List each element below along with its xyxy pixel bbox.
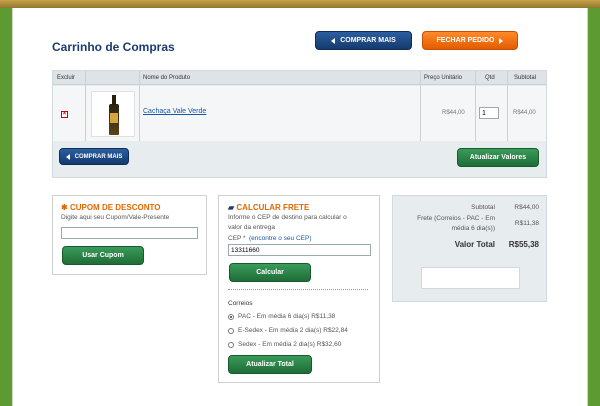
top-band [0,0,600,8]
col-qty: Qtd [485,75,495,81]
carrier-label: Correios [228,300,253,307]
col-divider [475,71,476,141]
calculate-button[interactable]: Calcular [229,263,311,282]
shipping-option-pac-radio[interactable] [228,314,234,320]
shipping-title-text: CALCULAR FRETE [236,203,310,212]
shipping-hint-line2: valor da entrega [228,224,275,231]
checkout-label: FECHAR PEDIDO [436,37,495,44]
delete-item-icon[interactable]: × [61,111,68,118]
truck-icon: ▰ [228,203,235,212]
buy-more-bottom-label: COMPRAR MAIS [74,153,123,160]
total-label: Valor Total [454,240,495,249]
coupon-box: ✱ CUPOM DE DESCONTO Digite aqui seu Cupo… [52,195,207,275]
buy-more-top-button[interactable]: COMPRAR MAIS [315,31,412,50]
coupon-hint: Digite aqui seu Cupom/Vale-Presente [61,214,170,221]
shipping-option-esedex-radio[interactable] [228,328,234,334]
total-value: R$55,38 [508,240,539,249]
col-divider [420,71,421,141]
arrow-left-icon [331,37,336,44]
buy-more-top-label: COMPRAR MAIS [340,37,396,44]
product-name-link[interactable]: Cachaça Vale Verde [143,108,206,115]
buy-more-bottom-button[interactable]: COMPRAR MAIS [59,148,129,165]
page-title: Carrinho de Compras [52,40,175,54]
shipping-title: ▰ CALCULAR FRETE [228,203,309,212]
shipping-option-sedex-radio[interactable] [228,342,234,348]
freight-value: R$11,38 [514,220,539,227]
arrow-left-icon [65,153,70,160]
col-divider [85,71,86,141]
subtotal-label: Subtotal [471,204,495,211]
shipping-hint-line1: Informe o CEP de destino para calcular o [228,214,347,221]
checkout-button[interactable]: FECHAR PEDIDO [422,31,518,50]
use-coupon-button[interactable]: Usar Cupom [62,246,144,265]
col-divider [507,71,508,141]
shipping-option-sedex: Sedex - Em média 2 dia(s) R$32,60 [238,341,342,348]
col-subtotal: Subtotal [514,75,537,81]
totals-box: Subtotal R$44,00 Frete (Correios - PAC -… [392,195,547,302]
quantity-input[interactable] [479,107,499,119]
update-total-button[interactable]: Atualizar Total [228,355,312,374]
freight-label-line2: média 6 dia(s)) [451,225,495,232]
update-values-button[interactable]: Atualizar Valores [457,148,539,167]
coupon-title-text: CUPOM DE DESCONTO [69,203,161,212]
coupon-title: ✱ CUPOM DE DESCONTO [61,203,160,212]
cep-label: CEP * [228,235,246,242]
coupon-input[interactable] [61,227,198,239]
product-image [91,91,135,137]
cep-input[interactable] [228,244,371,256]
col-divider [139,71,140,141]
freight-label-line1: Frete (Correios - PAC - Em [417,215,495,222]
subtotal-value: R$44,00 [514,204,539,211]
arrow-right-icon [499,37,504,44]
shipping-option-pac: PAC - Em média 6 dia(s) R$11,38 [238,313,336,320]
unit-price: R$44,00 [442,110,465,116]
cart-table-header: Excluir Nome do Produto Preço Unitário Q… [53,71,546,85]
bottle-icon [109,95,119,135]
payment-slot [421,267,520,289]
star-icon: ✱ [61,203,68,212]
col-unit-price: Preço Unitário [424,75,463,81]
cart-table: Excluir Nome do Produto Preço Unitário Q… [52,70,547,178]
item-subtotal: R$44,00 [513,110,536,116]
col-delete: Excluir [57,75,76,81]
shipping-option-esedex: E-Sedex - Em média 2 dia(s) R$22,84 [238,327,348,334]
divider [228,289,368,290]
col-product: Nome do Produto [143,75,191,81]
find-cep-link[interactable]: (encontre o seu CEP) [249,235,312,242]
